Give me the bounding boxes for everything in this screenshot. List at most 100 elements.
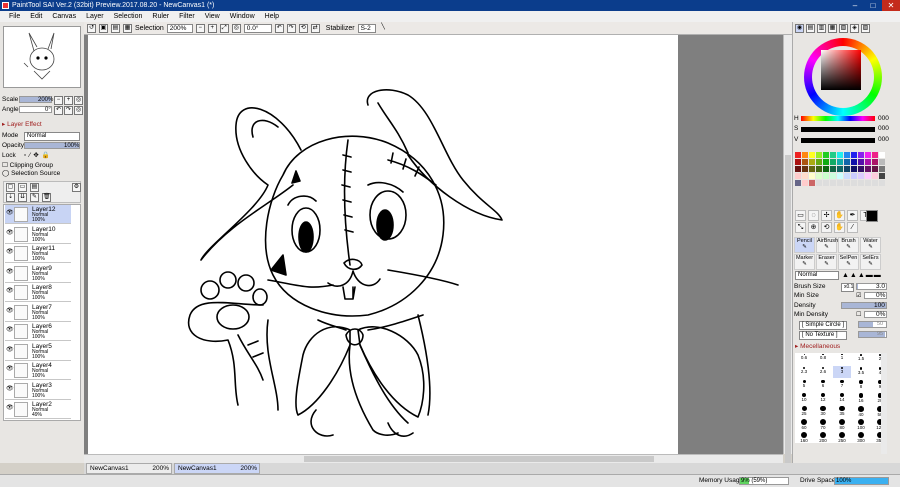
color-swatch[interactable] bbox=[865, 166, 871, 172]
color-swatch[interactable] bbox=[865, 152, 871, 158]
color-swatch[interactable] bbox=[872, 180, 878, 186]
eye-icon[interactable]: 👁 bbox=[6, 308, 14, 314]
brush-preset[interactable]: 7 bbox=[833, 379, 851, 391]
layer-row[interactable]: 👁 Layer8 Normal 100% bbox=[5, 283, 71, 302]
color-swatch[interactable] bbox=[879, 159, 885, 165]
brush-texture-select[interactable]: [ No Texture ] bbox=[799, 331, 847, 340]
brush-preset[interactable]: 3 bbox=[833, 366, 851, 378]
new-linework-icon[interactable]: ▤ bbox=[30, 183, 39, 192]
color-swatch[interactable] bbox=[802, 159, 808, 165]
clipping-group-checkbox[interactable]: ☐ Clipping Group bbox=[2, 162, 53, 170]
color-swatch[interactable] bbox=[809, 159, 815, 165]
color-swatch[interactable] bbox=[802, 180, 808, 186]
pen-icon[interactable]: ✒ bbox=[847, 210, 858, 221]
color-swatch[interactable] bbox=[872, 159, 878, 165]
color-swatch[interactable] bbox=[795, 166, 801, 172]
angle-field[interactable]: 0.0° bbox=[243, 23, 272, 33]
brush-preset[interactable]: 25 bbox=[795, 405, 813, 417]
color-swatch[interactable] bbox=[809, 152, 815, 158]
color-swatch[interactable] bbox=[802, 173, 808, 179]
brush-preset[interactable]: 60 bbox=[795, 418, 813, 430]
tool-eraser[interactable]: Eraser ✎ bbox=[816, 254, 837, 270]
eye-icon[interactable]: 👁 bbox=[6, 210, 14, 216]
brush-preset[interactable]: 300 bbox=[852, 431, 870, 443]
brush-preset[interactable]: 35 bbox=[833, 405, 851, 417]
selection-source-checkbox[interactable]: ◯ Selection Source bbox=[2, 170, 60, 178]
saturation-value-square[interactable] bbox=[821, 50, 861, 90]
color-swatch[interactable] bbox=[879, 166, 885, 172]
user-swatches-tab-icon[interactable]: ▨ bbox=[861, 24, 870, 33]
hand-icon[interactable]: ✋ bbox=[834, 210, 845, 221]
brush-preset[interactable]: 40 bbox=[852, 405, 870, 417]
layer-row[interactable]: 👁 Layer11 Normal 100% bbox=[5, 244, 71, 263]
scale-minus-icon[interactable]: − bbox=[54, 96, 63, 105]
color-swatch[interactable] bbox=[872, 173, 878, 179]
angle-reset-icon[interactable]: ◎ bbox=[74, 106, 83, 115]
zoom-reset-icon[interactable]: ◎ bbox=[231, 23, 241, 33]
zoom-out-icon[interactable]: − bbox=[195, 23, 205, 33]
layer-row[interactable]: 👁 Layer9 Normal 100% bbox=[5, 263, 71, 283]
show-selection-icon[interactable]: ▦ bbox=[123, 23, 132, 33]
color-swatch[interactable] bbox=[858, 180, 864, 186]
tool-brush[interactable]: Brush ✎ bbox=[838, 237, 859, 253]
eye-icon[interactable]: 👁 bbox=[6, 347, 14, 353]
color-swatch[interactable] bbox=[851, 180, 857, 186]
color-swatch[interactable] bbox=[816, 166, 822, 172]
menu-canvas[interactable]: Canvas bbox=[47, 11, 81, 22]
color-swatch[interactable] bbox=[795, 173, 801, 179]
color-swatch[interactable] bbox=[823, 180, 829, 186]
brush-preset[interactable]: 2.6 bbox=[814, 366, 832, 378]
minimize-button[interactable]: – bbox=[846, 0, 864, 11]
menu-view[interactable]: View bbox=[200, 11, 225, 22]
eye-icon[interactable]: 👁 bbox=[6, 288, 14, 294]
brush-preset[interactable]: 70 bbox=[814, 418, 832, 430]
layer-row[interactable]: 👁 Layer6 Normal 100% bbox=[5, 322, 71, 341]
eye-icon[interactable]: 👁 bbox=[6, 386, 14, 392]
color-swatch[interactable] bbox=[816, 180, 822, 186]
zoom-in-icon[interactable]: + bbox=[207, 23, 217, 33]
brush-preset[interactable]: 8 bbox=[852, 379, 870, 391]
color-swatch[interactable] bbox=[872, 166, 878, 172]
layer-row[interactable]: 👁 Layer12 Normal 100% bbox=[5, 205, 71, 224]
color-swatch[interactable] bbox=[879, 173, 885, 179]
color-swatch[interactable] bbox=[858, 166, 864, 172]
layer-row[interactable]: 👁 Layer4 Normal 100% bbox=[5, 361, 71, 380]
brush-preset[interactable]: 80 bbox=[833, 418, 851, 430]
menu-selection[interactable]: Selection bbox=[109, 11, 148, 22]
merge-down-icon[interactable]: ⇊ bbox=[18, 193, 27, 202]
scale-plus-icon[interactable]: + bbox=[64, 96, 73, 105]
tool-selers[interactable]: SelErs ✎ bbox=[860, 254, 881, 270]
rotate-left-icon[interactable]: ↶ bbox=[274, 23, 284, 33]
color-swatch[interactable] bbox=[830, 173, 836, 179]
color-swatch[interactable] bbox=[795, 159, 801, 165]
brush-preset[interactable]: 250 bbox=[833, 431, 851, 443]
lock-icons[interactable]: ▫⁄✥🔒 bbox=[24, 152, 53, 160]
navigator-preview[interactable] bbox=[3, 26, 81, 88]
zoom-field[interactable]: 200% bbox=[166, 23, 193, 33]
mode-select[interactable]: Normal bbox=[24, 132, 80, 141]
canvas-tab-2[interactable]: NewCanvas1 200% bbox=[174, 463, 260, 474]
eye-icon[interactable]: 👁 bbox=[6, 249, 14, 255]
layer-row[interactable]: 👁 Layer10 Normal 100% bbox=[5, 224, 71, 244]
brush-preset[interactable]: 1 bbox=[833, 353, 851, 365]
color-swatch[interactable] bbox=[823, 173, 829, 179]
color-swatch[interactable] bbox=[809, 173, 815, 179]
brush-preset[interactable]: 14 bbox=[833, 392, 851, 404]
rotate-reset-icon[interactable]: ⟲ bbox=[298, 23, 308, 33]
canvas-vertical-scrollbar[interactable] bbox=[783, 35, 792, 465]
min-density-checkbox[interactable]: ☐ bbox=[856, 311, 861, 318]
brush-preset[interactable]: 0.8 bbox=[814, 353, 832, 365]
color-swatch[interactable] bbox=[795, 180, 801, 186]
blend-mode-select[interactable]: Normal bbox=[795, 271, 839, 280]
close-button[interactable]: ✕ bbox=[882, 0, 900, 11]
zoom-fit-icon[interactable]: ⤢ bbox=[219, 23, 229, 33]
color-swatch[interactable] bbox=[844, 173, 850, 179]
color-mixer-tab-icon[interactable]: ◈ bbox=[850, 24, 859, 33]
tool-pencil[interactable]: Pencil ✎ bbox=[794, 237, 815, 253]
menu-edit[interactable]: Edit bbox=[25, 11, 47, 22]
color-swatch[interactable] bbox=[844, 152, 850, 158]
brush-preset[interactable]: 5 bbox=[795, 379, 813, 391]
color-swatch[interactable] bbox=[844, 159, 850, 165]
color-swatch[interactable] bbox=[851, 159, 857, 165]
flip-icon[interactable]: ⇄ bbox=[310, 23, 320, 33]
